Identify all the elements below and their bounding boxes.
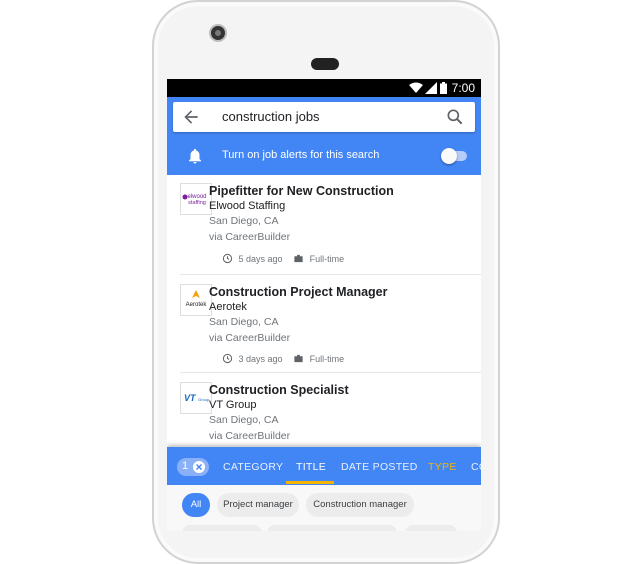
company-logo: elwood staffing [180, 183, 212, 215]
job-divider [180, 372, 481, 373]
phone-screen: 7:00 construction jobs Turn on job alert… [167, 79, 481, 531]
tab-type[interactable]: TYPE [428, 461, 457, 473]
status-bar: 7:00 [167, 79, 481, 97]
clock-icon [222, 253, 233, 264]
job-posted: 5 days ago [238, 253, 283, 264]
tab-date-posted[interactable]: DATE POSTED [341, 461, 418, 473]
job-source: via CareerBuilder [209, 231, 291, 243]
chip-partial[interactable] [182, 525, 262, 531]
job-alerts-row: Turn on job alerts for this search [167, 137, 481, 175]
search-input[interactable]: construction jobs [222, 109, 320, 124]
svg-text:VT: VT [184, 393, 197, 403]
search-app-bar: construction jobs Turn on job alerts for… [167, 97, 481, 175]
filter-tab-bar: 1 CATEGORY TITLE DATE POSTED TYPE CO [167, 447, 481, 485]
company-logo: Aerotek [180, 284, 212, 316]
active-filter-count: 1 [182, 460, 189, 472]
svg-text:Aerotek: Aerotek [186, 302, 208, 308]
briefcase-icon [294, 354, 303, 363]
toggle-knob [441, 148, 457, 164]
job-title[interactable]: Construction Specialist [209, 383, 349, 397]
aerotek-logo-icon: Aerotek [186, 290, 208, 308]
job-source: via CareerBuilder [209, 430, 291, 442]
filter-chip-row: All Project manager Construction manager [167, 485, 481, 531]
earpiece-speaker [311, 58, 339, 70]
chip-partial[interactable] [405, 525, 457, 531]
chip-all[interactable]: All [182, 493, 210, 517]
briefcase-icon [294, 254, 303, 263]
chip-partial[interactable] [267, 525, 397, 531]
status-time: 7:00 [451, 81, 475, 95]
job-company: Elwood Staffing [209, 200, 286, 212]
search-icon[interactable] [445, 107, 465, 127]
job-company: Aerotek [209, 301, 247, 313]
selected-tab-indicator [286, 481, 334, 484]
job-meta: 3 days ago Full-time [222, 353, 352, 367]
job-company: VT Group [209, 399, 257, 411]
job-location: San Diego, CA [209, 414, 279, 426]
elwood-logo-icon: elwood staffing [182, 194, 207, 206]
job-alerts-toggle[interactable] [441, 148, 467, 164]
job-type: Full-time [309, 253, 345, 264]
company-logo: VT Group [180, 382, 212, 414]
job-alerts-label: Turn on job alerts for this search [222, 149, 380, 161]
job-title[interactable]: Pipefitter for New Construction [209, 184, 394, 198]
job-location: San Diego, CA [209, 316, 279, 328]
clock-icon [222, 353, 233, 364]
svg-text:staffing: staffing [188, 200, 206, 206]
battery-icon [440, 82, 447, 94]
tab-company-partial[interactable]: CO [471, 461, 481, 473]
job-location: San Diego, CA [209, 215, 279, 227]
job-divider [180, 274, 481, 275]
chip-construction-manager[interactable]: Construction manager [306, 493, 414, 517]
bell-icon [189, 148, 201, 164]
job-type: Full-time [309, 353, 345, 364]
signal-icon [425, 82, 437, 94]
front-camera [209, 24, 227, 42]
arrow-back-icon[interactable] [181, 107, 201, 127]
clear-filter-icon[interactable] [193, 461, 205, 473]
job-posted: 3 days ago [238, 353, 283, 364]
search-box[interactable]: construction jobs [173, 102, 475, 132]
chip-project-manager[interactable]: Project manager [217, 493, 299, 517]
wifi-icon [409, 82, 423, 93]
vt-group-logo-icon: VT Group [184, 393, 210, 403]
tab-title[interactable]: TITLE [296, 461, 326, 473]
job-title[interactable]: Construction Project Manager [209, 285, 388, 299]
active-filter-count-chip[interactable]: 1 [177, 458, 209, 476]
job-source: via CareerBuilder [209, 332, 291, 344]
job-meta: 5 days ago Full-time [222, 253, 352, 267]
tab-category[interactable]: CATEGORY [223, 461, 283, 473]
